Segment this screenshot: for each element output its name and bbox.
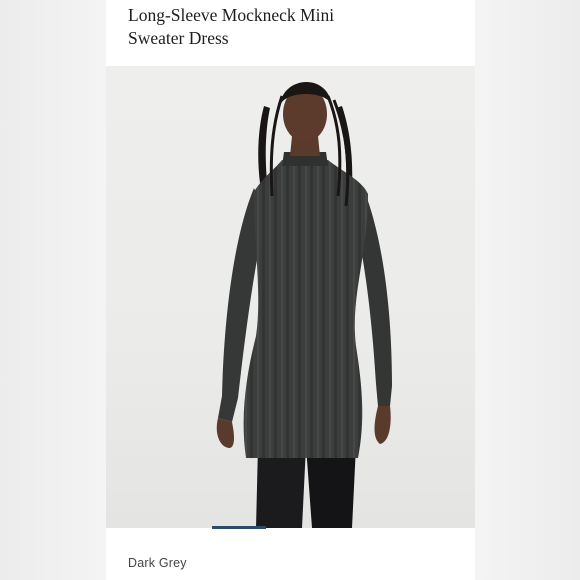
product-title: Long-Sleeve Mockneck Mini Sweater Dress bbox=[128, 4, 458, 50]
image-carousel-indicator[interactable] bbox=[212, 526, 266, 529]
left-background bbox=[0, 0, 106, 580]
product-card: Long-Sleeve Mockneck Mini Sweater Dress bbox=[106, 0, 475, 580]
product-title-line2: Sweater Dress bbox=[128, 28, 229, 48]
product-title-line1: Long-Sleeve Mockneck Mini bbox=[128, 5, 335, 25]
color-label: Dark Grey bbox=[128, 556, 187, 570]
right-background bbox=[474, 0, 580, 580]
product-image[interactable] bbox=[106, 66, 475, 528]
model-illustration bbox=[216, 81, 392, 528]
